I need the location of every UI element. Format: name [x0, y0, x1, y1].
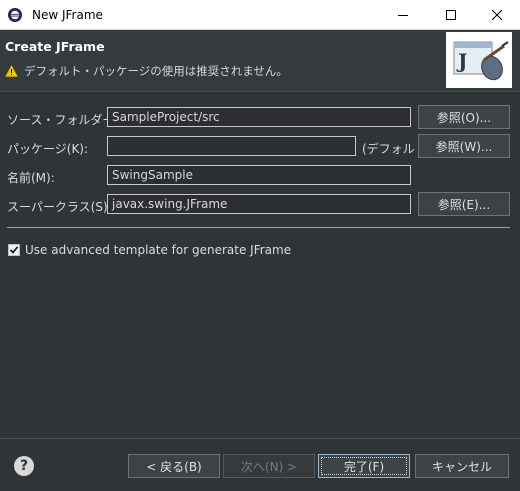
superclass-label: スーパークラス(S):	[7, 200, 112, 214]
wizard-footer: ? < 戻る(B) 次へ(N) > 完了(F) キャンセル	[0, 438, 520, 491]
warning-icon	[5, 65, 18, 77]
cancel-button[interactable]: キャンセル	[415, 454, 509, 478]
source-folder-browse-button[interactable]: 参照(O)...	[418, 105, 510, 129]
wizard-banner: Create JFrame デフォルト・パッケージの使用は推奨されません。 J	[0, 30, 520, 92]
finish-button[interactable]: 完了(F)	[318, 454, 410, 478]
maximize-button[interactable]	[428, 0, 474, 30]
window-title: New JFrame	[32, 8, 103, 22]
svg-text:J: J	[456, 49, 467, 73]
advanced-template-checkbox[interactable]: Use advanced template for generate JFram…	[8, 243, 291, 257]
close-icon	[492, 10, 502, 20]
minimize-button[interactable]	[380, 0, 426, 30]
superclass-field[interactable]: javax.swing.JFrame	[107, 194, 411, 214]
warning-text: デフォルト・パッケージの使用は推奨されません。	[24, 64, 288, 78]
package-label: パッケージ(K):	[7, 142, 89, 156]
jframe-wizard-icon: J	[446, 32, 512, 88]
back-button[interactable]: < 戻る(B)	[128, 454, 220, 478]
close-button[interactable]	[474, 0, 520, 30]
warning-message: デフォルト・パッケージの使用は推奨されません。	[5, 63, 288, 79]
next-button[interactable]: 次へ(N) >	[223, 454, 315, 478]
wizard-title: Create JFrame	[5, 39, 105, 54]
source-folder-field[interactable]: SampleProject/src	[107, 107, 411, 127]
eclipse-app-icon	[7, 7, 23, 23]
maximize-icon	[446, 10, 456, 20]
superclass-browse-button[interactable]: 参照(E)...	[418, 192, 510, 216]
checkbox-checked-icon	[8, 244, 20, 256]
name-field[interactable]: SwingSample	[107, 165, 411, 185]
help-icon[interactable]: ?	[14, 456, 34, 476]
wizard-form: ソース・フォルダー(D): SampleProject/src 参照(O)...…	[0, 93, 520, 438]
name-label: 名前(M):	[7, 171, 55, 185]
window-titlebar: New JFrame	[0, 0, 520, 30]
package-browse-button[interactable]: 参照(W)...	[418, 134, 510, 158]
minimize-icon	[398, 15, 408, 16]
advanced-template-label: Use advanced template for generate JFram…	[25, 243, 292, 257]
form-separator	[7, 227, 510, 228]
package-field[interactable]	[107, 136, 356, 156]
